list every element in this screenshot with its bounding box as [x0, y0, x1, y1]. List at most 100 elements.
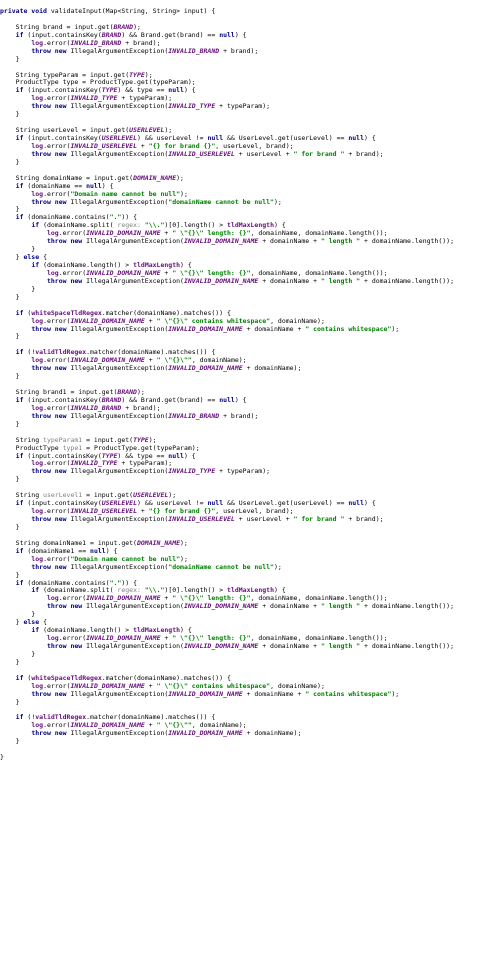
code-line[interactable]: } [0, 420, 477, 429]
code-token: String brand = input.get( [0, 22, 114, 31]
code-line[interactable]: throw new IllegalArgumentException(INVAL… [0, 325, 477, 334]
keyword-token: throw new [46, 237, 87, 246]
code-token: IllegalArgumentException( [70, 149, 169, 158]
keyword-token: else [23, 253, 44, 262]
code-line[interactable]: } [0, 372, 477, 381]
code-content[interactable]: private void validateInput(Map<String, S… [0, 7, 477, 762]
constant-token: INVALID_DOMAIN_NAME [183, 642, 259, 650]
code-token: .error( [43, 403, 71, 412]
code-line[interactable]: } [0, 110, 477, 119]
code-line[interactable]: } [0, 658, 477, 667]
string-literal: " contains whitespace" [305, 689, 392, 698]
field-token: log [31, 356, 44, 365]
code-line[interactable]: throw new IllegalArgumentException(INVAL… [0, 515, 477, 524]
code-line[interactable]: } [0, 650, 477, 659]
code-token: ) { [101, 181, 114, 190]
code-line[interactable]: } [0, 158, 477, 167]
code-token: } [0, 475, 20, 484]
code-line[interactable]: } [0, 332, 477, 341]
code-line[interactable]: throw new IllegalArgumentException(INVAL… [0, 642, 477, 651]
code-token: , domainName, domainName.length()); [250, 229, 388, 238]
code-line[interactable]: throw new IllegalArgumentException(INVAL… [0, 729, 477, 738]
code-line[interactable]: throw new IllegalArgumentException(INVAL… [0, 412, 477, 421]
code-line[interactable]: } [0, 285, 477, 294]
string-literal: "\\." [144, 586, 165, 595]
code-token: (domainName.split( [43, 221, 118, 230]
keyword-token: null [86, 181, 102, 190]
string-literal: "domainName cannot be null" [168, 562, 274, 571]
code-line[interactable]: } [0, 753, 477, 762]
code-token: (domainName == [27, 181, 87, 190]
code-token: ) && Brand.get(brand) == [121, 30, 220, 39]
code-token: ) { [183, 451, 196, 460]
code-editor[interactable]: private void validateInput(Map<String, S… [0, 0, 477, 959]
code-line[interactable]: throw new IllegalArgumentException(INVAL… [0, 276, 477, 286]
code-token: } [0, 245, 36, 254]
code-line[interactable]: throw new IllegalArgumentException(INVAL… [0, 102, 477, 111]
code-token: + typeParam); [117, 459, 173, 468]
code-token: + domainName + [258, 642, 321, 650]
keyword-token: throw new [31, 46, 71, 55]
field-token: whiteSpaceTldRegex [31, 308, 102, 317]
field-token: log [31, 38, 44, 47]
code-line[interactable]: throw new IllegalArgumentException(INVAL… [0, 602, 477, 611]
code-token: .error( [58, 634, 87, 643]
code-line[interactable]: throw new IllegalArgumentException(INVAL… [0, 149, 477, 159]
code-line[interactable]: throw new IllegalArgumentException(INVAL… [0, 364, 477, 373]
code-token: + domainName + [258, 237, 321, 246]
code-token: + [137, 141, 149, 150]
code-token: { [43, 253, 47, 262]
keyword-token: private void [0, 7, 51, 15]
code-line[interactable]: } [0, 523, 477, 532]
code-token: = input.get( [82, 435, 134, 444]
code-line[interactable]: throw new IllegalArgumentException(INVAL… [0, 689, 477, 699]
code-line[interactable]: } [0, 293, 477, 302]
constant-token: INVALID_USERLEVEL [168, 515, 235, 523]
code-line[interactable]: throw new IllegalArgumentException(INVAL… [0, 237, 477, 246]
code-token: IllegalArgumentException( [70, 689, 169, 698]
code-token: , domainName); [191, 721, 247, 730]
code-line[interactable]: } [0, 475, 477, 484]
code-line[interactable]: throw new IllegalArgumentException(INVAL… [0, 467, 477, 476]
code-token: IllegalArgumentException( [70, 364, 169, 373]
code-token: } [0, 54, 20, 63]
keyword-token: null [207, 499, 224, 508]
code-line[interactable]: throw new IllegalArgumentException(INVAL… [0, 46, 477, 56]
code-line[interactable] [0, 746, 477, 754]
code-token: + [160, 594, 173, 603]
code-line[interactable]: } [0, 698, 477, 707]
constant-token: USERLEVEL [133, 491, 169, 500]
code-line[interactable]: private void validateInput(Map<String, S… [0, 7, 477, 16]
keyword-token: throw new [31, 515, 71, 523]
code-token: ); [148, 435, 157, 444]
code-line[interactable]: throw new IllegalArgumentException("doma… [0, 562, 477, 572]
code-token: ) { [183, 86, 196, 95]
parameter-hint: regex: [117, 586, 145, 595]
code-line[interactable]: } [0, 54, 477, 64]
code-line[interactable]: } [0, 245, 477, 254]
code-token: + domainName + [258, 602, 321, 611]
code-line[interactable]: throw new IllegalArgumentException("doma… [0, 198, 477, 207]
code-line[interactable]: } [0, 610, 477, 619]
code-line[interactable]: } [0, 737, 477, 746]
keyword-token: if [31, 626, 44, 635]
string-literal: " \"{}\" contains whitespace" [156, 681, 271, 690]
code-token: IllegalArgumentException( [86, 276, 184, 285]
